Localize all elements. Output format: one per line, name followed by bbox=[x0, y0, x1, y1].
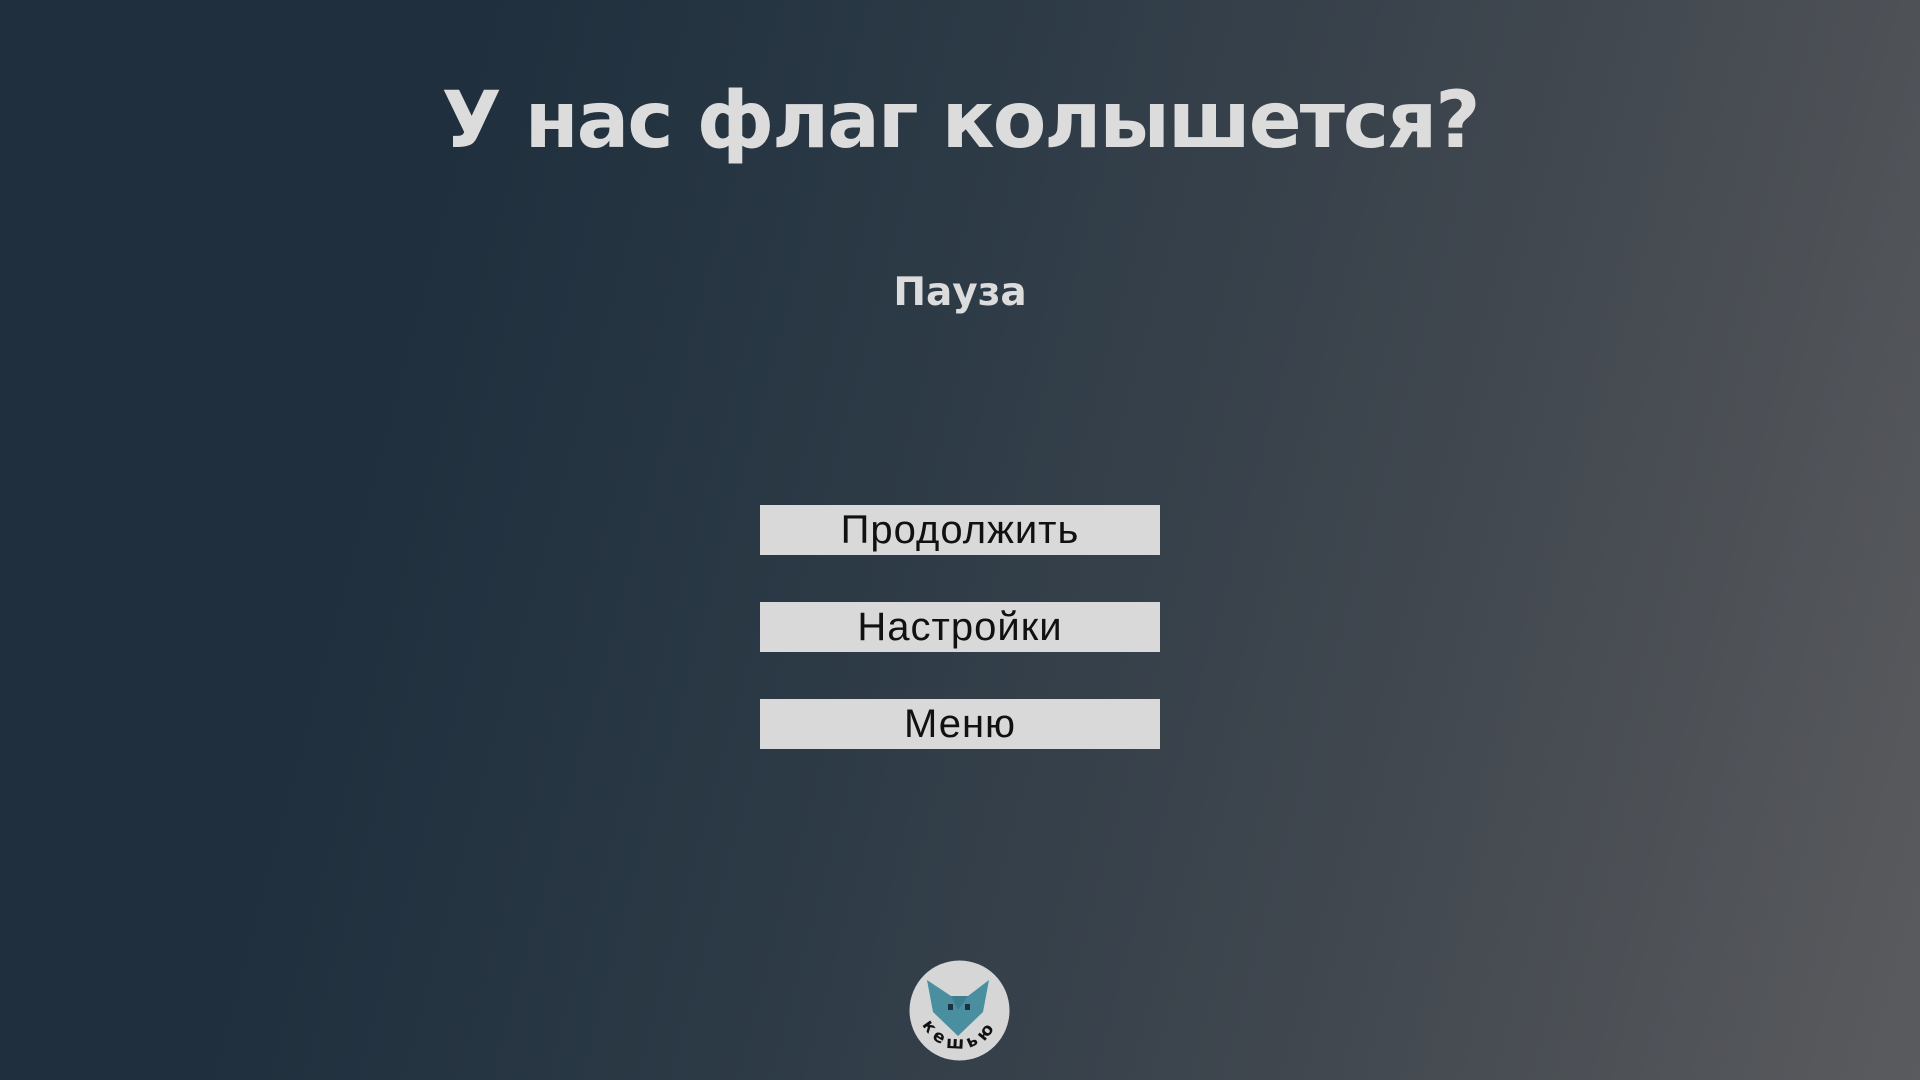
studio-logo: кешью bbox=[909, 960, 1010, 1061]
settings-button[interactable]: Настройки bbox=[760, 602, 1160, 652]
pause-heading: Пауза bbox=[893, 270, 1027, 315]
fox-head-icon: кешью bbox=[909, 960, 1010, 1061]
game-title: У нас флаг колышется? bbox=[441, 76, 1481, 166]
continue-button[interactable]: Продолжить bbox=[760, 505, 1160, 555]
main-menu-button[interactable]: Меню bbox=[760, 699, 1160, 749]
